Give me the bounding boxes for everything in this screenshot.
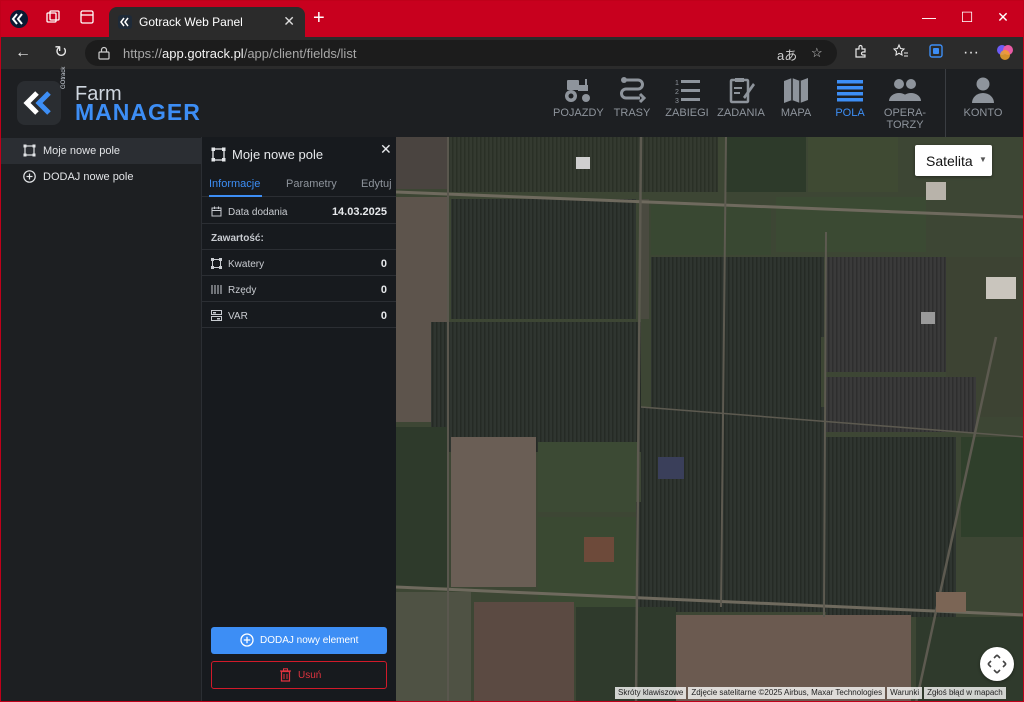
tab-informacje[interactable]: Informacje [209,178,260,190]
rows-row: Rzędy 0 [202,276,397,302]
quarters-label: Kwatery [228,259,265,270]
rows-value: 0 [380,284,387,296]
rows-icon [211,285,222,294]
fullscreen-button[interactable] [980,647,1014,681]
date-value: 14.03.2025 [331,206,387,218]
var-row: VAR 0 [202,302,397,328]
content-header-row: Zawartość: [202,224,397,250]
quarters-row: Kwatery 0 [202,250,397,276]
var-label: VAR [228,311,248,322]
browser-title-bar: Gotrack Web Panel ✕ + — ☐ ✕ [1,1,1023,37]
fields-icon [837,80,863,102]
site-info-icon[interactable] [97,46,111,60]
nav-operatorzy[interactable]: OPERA- TORZY [881,75,929,135]
fields-sidebar: Moje nowe pole DODAJ nowe pole [1,137,201,701]
active-tab-indicator [209,195,262,197]
reload-icon[interactable]: ↻ [51,43,71,63]
nav-pola[interactable]: POLA [831,75,869,135]
app-header: GOtrack Farm MANAGER POJAZDY TRASY 123 Z… [1,66,1023,137]
var-value: 0 [380,310,387,322]
rows-label: Rzędy [228,285,257,296]
app-logo[interactable] [17,81,61,125]
tab-edytuj[interactable]: Edytuj [361,178,392,190]
map-type-dropdown[interactable]: Satelita ▼ [915,145,992,176]
sidebar-item-field[interactable]: Moje nowe pole [1,138,201,164]
nav-trasy[interactable]: TRASY [611,75,653,135]
sidebar-item-add-field[interactable]: DODAJ nowe pole [1,164,201,190]
close-icon[interactable]: ✕ [380,141,392,158]
svg-text:1: 1 [675,80,679,87]
field-detail-panel: Moje nowe pole ✕ Informacje Parametry Ed… [201,137,397,701]
tab-actions-icon[interactable] [77,9,97,29]
quarters-value: 0 [380,258,387,270]
collections-icon[interactable] [926,43,946,63]
nav-pojazdy[interactable]: POJAZDY [553,75,604,135]
address-bar[interactable]: https://app.gotrack.pl/app/client/fields… [85,40,837,66]
var-icon [211,310,222,321]
extensions-icon[interactable] [851,43,871,63]
panel-tabs: Informacje Parametry Edytuj [202,171,397,197]
task-edit-icon [729,78,755,104]
svg-text:2: 2 [675,89,679,96]
polygon-icon [23,144,36,157]
plus-circle-icon [240,633,254,647]
browser-toolbar: ← ↻ https://app.gotrack.pl/app/client/fi… [1,37,1023,69]
imagery-credit: Zdjęcie satelitarne ©2025 Airbus, Maxar … [688,687,886,699]
delete-button[interactable]: Usuń [211,661,387,689]
list-numbered-icon: 1 2 3 [675,80,700,105]
content-header: Zawartość: [211,233,264,244]
back-icon[interactable]: ← [13,43,33,63]
nav-zabiegi[interactable]: 123 ZABIEGI [665,75,709,135]
browser-profile-icon[interactable] [9,9,29,29]
plus-circle-icon [23,170,36,183]
calendar-icon [211,206,222,217]
tractor-icon [565,79,590,102]
quarters-icon [211,258,222,269]
panel-title: Moje nowe pole [232,147,324,162]
copilot-icon[interactable] [995,43,1015,63]
route-icon [620,77,647,104]
tab-title: Gotrack Web Panel [139,15,243,29]
tab-parametry[interactable]: Parametry [286,178,337,190]
read-aloud-icon[interactable]: aあ [777,45,797,64]
map-attribution: Skróty klawiszowe Zdjęcie satelitarne ©20… [613,687,1006,699]
keyboard-shortcuts-link[interactable]: Skróty klawiszowe [615,687,687,699]
browser-window: Gotrack Web Panel ✕ + — ☐ ✕ ← ↻ https://… [0,0,1024,702]
favorite-star-icon[interactable]: ☆ [811,45,823,61]
add-element-button[interactable]: DODAJ nowy element [211,627,387,654]
url-text: https://app.gotrack.pl/app/client/fields… [123,46,357,61]
browser-tab-active[interactable]: Gotrack Web Panel ✕ [109,7,305,37]
nav-zadania[interactable]: ZADANIA [717,75,765,135]
brand-manager: MANAGER [75,99,201,125]
map-imagery [396,137,1023,701]
svg-text:3: 3 [675,98,679,105]
new-tab-icon[interactable]: + [313,8,325,28]
trash-icon [280,668,291,682]
chevron-down-icon: ▼ [979,155,987,164]
nav-konto[interactable]: KONTO [961,75,1005,135]
maximize-icon[interactable]: ☐ [957,9,977,26]
window-close-icon[interactable]: ✕ [993,9,1013,26]
date-added-row: Data dodania 14.03.2025 [202,198,397,224]
brand-small: GOtrack [61,66,67,89]
tab-favicon-icon [118,15,132,29]
tab-close-icon[interactable]: ✕ [283,13,295,30]
account-icon [972,77,994,103]
satellite-map[interactable]: Satelita ▼ Skróty klawiszowe Zdjęcie sate… [396,137,1023,701]
favorites-icon[interactable] [891,43,911,63]
terms-link[interactable]: Warunki [887,687,923,699]
date-label: Data dodania [228,207,288,218]
more-options-icon[interactable]: ··· [961,43,981,63]
nav-mapa[interactable]: MAPA [777,75,815,135]
header-divider [945,69,946,137]
fullscreen-icon [987,654,1007,674]
minimize-icon[interactable]: — [919,9,939,25]
report-error-link[interactable]: Zgłoś błąd w mapach [924,687,1006,699]
operators-icon [889,79,921,101]
polygon-icon [211,147,226,162]
workspaces-icon[interactable] [43,9,63,29]
map-icon [784,78,808,103]
